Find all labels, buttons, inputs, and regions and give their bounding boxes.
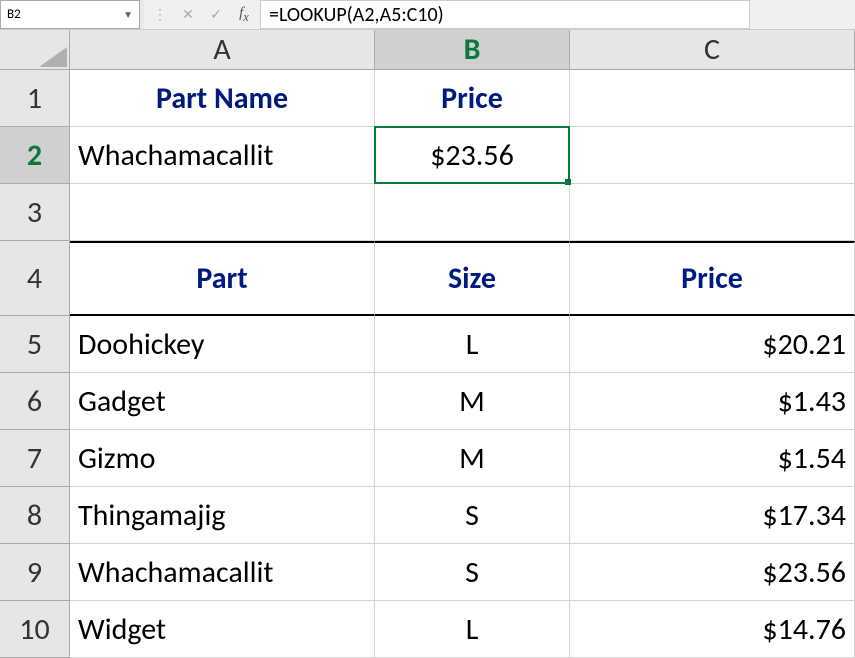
row-1: 1 Part Name Price xyxy=(0,70,855,127)
cell-c1[interactable] xyxy=(570,70,855,127)
col-header-b[interactable]: B xyxy=(375,30,570,70)
cell-c6[interactable]: $1.43 xyxy=(570,373,855,430)
formula-input[interactable]: =LOOKUP(A2,A5:C10) xyxy=(260,0,750,29)
cell-b10[interactable]: L xyxy=(375,601,570,658)
cell-a2[interactable]: Whachamacallit xyxy=(70,127,375,184)
formula-input-value: =LOOKUP(A2,A5:C10) xyxy=(269,3,444,27)
formula-bar-icons: ⋮ ✕ ✓ fx xyxy=(144,0,260,29)
cell-a9[interactable]: Whachamacallit xyxy=(70,544,375,601)
cell-b1[interactable]: Price xyxy=(375,70,570,127)
column-headers: A B C xyxy=(70,30,855,70)
cell-b6[interactable]: M xyxy=(375,373,570,430)
cell-b7[interactable]: M xyxy=(375,430,570,487)
row-5: 5 Doohickey L $20.21 xyxy=(0,316,855,373)
row-9: 9 Whachamacallit S $23.56 xyxy=(0,544,855,601)
cell-b2-value: $23.56 xyxy=(430,137,514,174)
row-7: 7 Gizmo M $1.54 xyxy=(0,430,855,487)
cell-a4[interactable]: Part xyxy=(70,241,375,316)
cell-b2[interactable]: $23.56 xyxy=(375,127,570,184)
row-4: 4 Part Size Price xyxy=(0,241,855,316)
cell-b9[interactable]: S xyxy=(375,544,570,601)
row-header-4[interactable]: 4 xyxy=(0,241,70,316)
check-icon[interactable]: ✓ xyxy=(208,6,224,23)
cancel-icon[interactable]: ✕ xyxy=(180,6,196,23)
cell-c4[interactable]: Price xyxy=(570,241,855,316)
row-header-8[interactable]: 8 xyxy=(0,487,70,544)
cell-c10[interactable]: $14.76 xyxy=(570,601,855,658)
row-header-10[interactable]: 10 xyxy=(0,601,70,658)
name-box-dropdown-icon[interactable]: ▼ xyxy=(123,8,133,21)
row-10: 10 Widget L $14.76 xyxy=(0,601,855,658)
cell-a6[interactable]: Gadget xyxy=(70,373,375,430)
cell-c3[interactable] xyxy=(570,184,855,241)
select-all-corner[interactable] xyxy=(0,30,70,70)
row-header-2[interactable]: 2 xyxy=(0,127,70,184)
row-header-9[interactable]: 9 xyxy=(0,544,70,601)
cell-c8[interactable]: $17.34 xyxy=(570,487,855,544)
cell-a1[interactable]: Part Name xyxy=(70,70,375,127)
row-2: 2 Whachamacallit $23.56 xyxy=(0,127,855,184)
fx-icon[interactable]: fx xyxy=(236,5,252,25)
cell-b4[interactable]: Size xyxy=(375,241,570,316)
cell-c7[interactable]: $1.54 xyxy=(570,430,855,487)
row-8: 8 Thingamajig S $17.34 xyxy=(0,487,855,544)
cell-c2[interactable] xyxy=(570,127,855,184)
cell-b8[interactable]: S xyxy=(375,487,570,544)
cell-c9[interactable]: $23.56 xyxy=(570,544,855,601)
cell-b3[interactable] xyxy=(375,184,570,241)
row-header-3[interactable]: 3 xyxy=(0,184,70,241)
col-header-a[interactable]: A xyxy=(70,30,375,70)
col-header-c[interactable]: C xyxy=(570,30,855,70)
row-header-7[interactable]: 7 xyxy=(0,430,70,487)
row-header-1[interactable]: 1 xyxy=(0,70,70,127)
formula-bar: B2 ▼ ⋮ ✕ ✓ fx =LOOKUP(A2,A5:C10) xyxy=(0,0,855,30)
cell-b5[interactable]: L xyxy=(375,316,570,373)
spreadsheet: A B C 1 Part Name Price 2 Whachamacallit… xyxy=(0,30,855,658)
dots-icon[interactable]: ⋮ xyxy=(152,6,168,23)
cell-c5[interactable]: $20.21 xyxy=(570,316,855,373)
row-header-6[interactable]: 6 xyxy=(0,373,70,430)
row-header-5[interactable]: 5 xyxy=(0,316,70,373)
cell-a5[interactable]: Doohickey xyxy=(70,316,375,373)
cell-a3[interactable] xyxy=(70,184,375,241)
cell-a7[interactable]: Gizmo xyxy=(70,430,375,487)
row-6: 6 Gadget M $1.43 xyxy=(0,373,855,430)
cell-a10[interactable]: Widget xyxy=(70,601,375,658)
row-3: 3 xyxy=(0,184,855,241)
name-box-value: B2 xyxy=(7,7,123,22)
name-box[interactable]: B2 ▼ xyxy=(0,0,140,29)
cell-a8[interactable]: Thingamajig xyxy=(70,487,375,544)
